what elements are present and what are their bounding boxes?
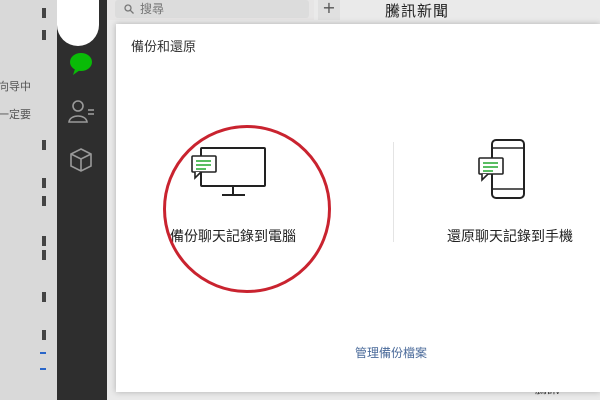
avatar[interactable] — [57, 0, 99, 46]
document-mark — [42, 196, 46, 206]
document-mark — [42, 292, 46, 302]
document-mark — [42, 8, 46, 18]
app-sidebar — [57, 0, 107, 400]
computer-monitor-icon — [191, 147, 266, 196]
manage-backup-files-link[interactable]: 管理備份檔案 — [355, 344, 427, 361]
document-mark — [42, 30, 46, 40]
chat-icon[interactable] — [67, 50, 95, 78]
document-link-mark — [40, 352, 46, 354]
search-icon — [124, 4, 134, 14]
search-input[interactable] — [140, 0, 290, 18]
dialog-title: 備份和還原 — [131, 40, 197, 55]
document-mark — [42, 178, 46, 188]
document-text-line: 一定要 — [0, 108, 31, 121]
backup-restore-dialog: 備份和還原 備份聊天記錄到電腦 還原聊天記錄到手機 管理備份檔案 — [116, 24, 600, 392]
chat-title: 騰訊新聞 — [385, 2, 450, 20]
document-text-line: 向导中 — [0, 80, 31, 93]
document-mark — [42, 236, 46, 246]
add-chat-button[interactable]: + — [318, 0, 340, 20]
backup-to-pc-option[interactable]: 備份聊天記錄到電腦 — [170, 226, 296, 246]
document-mark — [42, 330, 46, 340]
restore-to-phone-option[interactable]: 還原聊天記錄到手機 — [447, 226, 573, 246]
document-mark — [42, 250, 46, 260]
document-link-mark — [40, 368, 46, 370]
option-divider — [393, 142, 394, 242]
phone-icon — [478, 139, 525, 199]
document-mark — [42, 140, 46, 150]
collections-cube-icon[interactable] — [67, 146, 95, 174]
contacts-icon[interactable] — [67, 98, 95, 126]
background-document: 向导中 一定要 — [0, 0, 57, 400]
